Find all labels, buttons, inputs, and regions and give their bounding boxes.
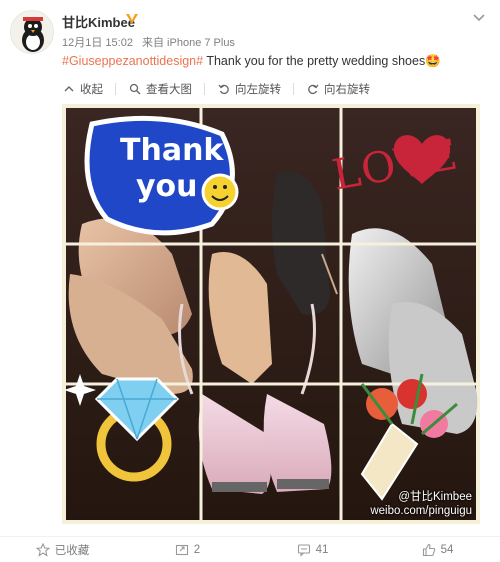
sticker-thank: Thank [120,133,224,168]
like-count: 54 [440,543,454,556]
hashtag-link[interactable]: #Giuseppezanottidesign# [62,54,203,68]
rotate-right-button[interactable]: 向右旋转 [306,81,370,97]
view-large-label: 查看大图 [146,84,192,96]
penguin-avatar-icon [11,11,53,53]
chevron-down-icon[interactable] [472,12,486,24]
watermark-url: weibo.com/pinguigu [370,505,472,517]
repost-icon [175,543,189,557]
weibo-post: 甘比Kimbee 12月1日 15:02 来自 iPhone 7 Plus #G… [0,0,500,562]
repost-count: 2 [193,543,201,556]
comment-count: 41 [315,543,329,556]
post-actions: 已收藏 2 41 54 [0,536,500,562]
magnifier-icon [128,82,142,96]
post-time[interactable]: 12月1日 15:02 [62,37,133,49]
sticker-you: you [136,169,198,204]
toolbar-divider [293,83,294,95]
post-meta: 12月1日 15:02 来自 iPhone 7 Plus [62,34,241,50]
verified-badge-icon [126,14,138,24]
comment-button[interactable]: 41 [250,537,375,562]
toolbar-divider [204,83,205,95]
post-photo[interactable]: Thank you LOVE @甘比Kimbee weibo.com/pingu… [62,104,480,524]
star-icon [35,542,50,557]
toolbar-divider [115,83,116,95]
rotate-left-icon [217,82,231,96]
post-text: #Giuseppezanottidesign# Thank you for th… [62,54,492,69]
rotate-right-label: 向右旋转 [324,84,370,96]
collapse-button[interactable]: 收起 [62,81,103,97]
thumbs-up-icon [422,543,436,557]
post-source: 来自 iPhone 7 Plus [142,37,235,49]
avatar[interactable] [10,10,54,54]
favorite-button[interactable]: 已收藏 [0,537,125,562]
watermark-handle: @甘比Kimbee [398,491,472,503]
like-button[interactable]: 54 [375,537,500,562]
post-body: Thank you for the pretty wedding shoes [203,54,426,68]
collapse-label: 收起 [80,84,103,96]
arrow-up-icon [62,82,76,96]
emoji: 🤩 [425,54,441,68]
image-toolbar: 收起 查看大图 向左旋转 向右旋转 [62,78,382,100]
favorite-label: 已收藏 [54,544,90,557]
view-large-button[interactable]: 查看大图 [128,81,192,97]
comment-icon [297,543,311,557]
rotate-left-button[interactable]: 向左旋转 [217,81,281,97]
repost-button[interactable]: 2 [125,537,250,562]
watermark: @甘比Kimbee weibo.com/pinguigu [370,490,472,518]
rotate-left-label: 向左旋转 [235,84,281,96]
rotate-right-icon [306,82,320,96]
